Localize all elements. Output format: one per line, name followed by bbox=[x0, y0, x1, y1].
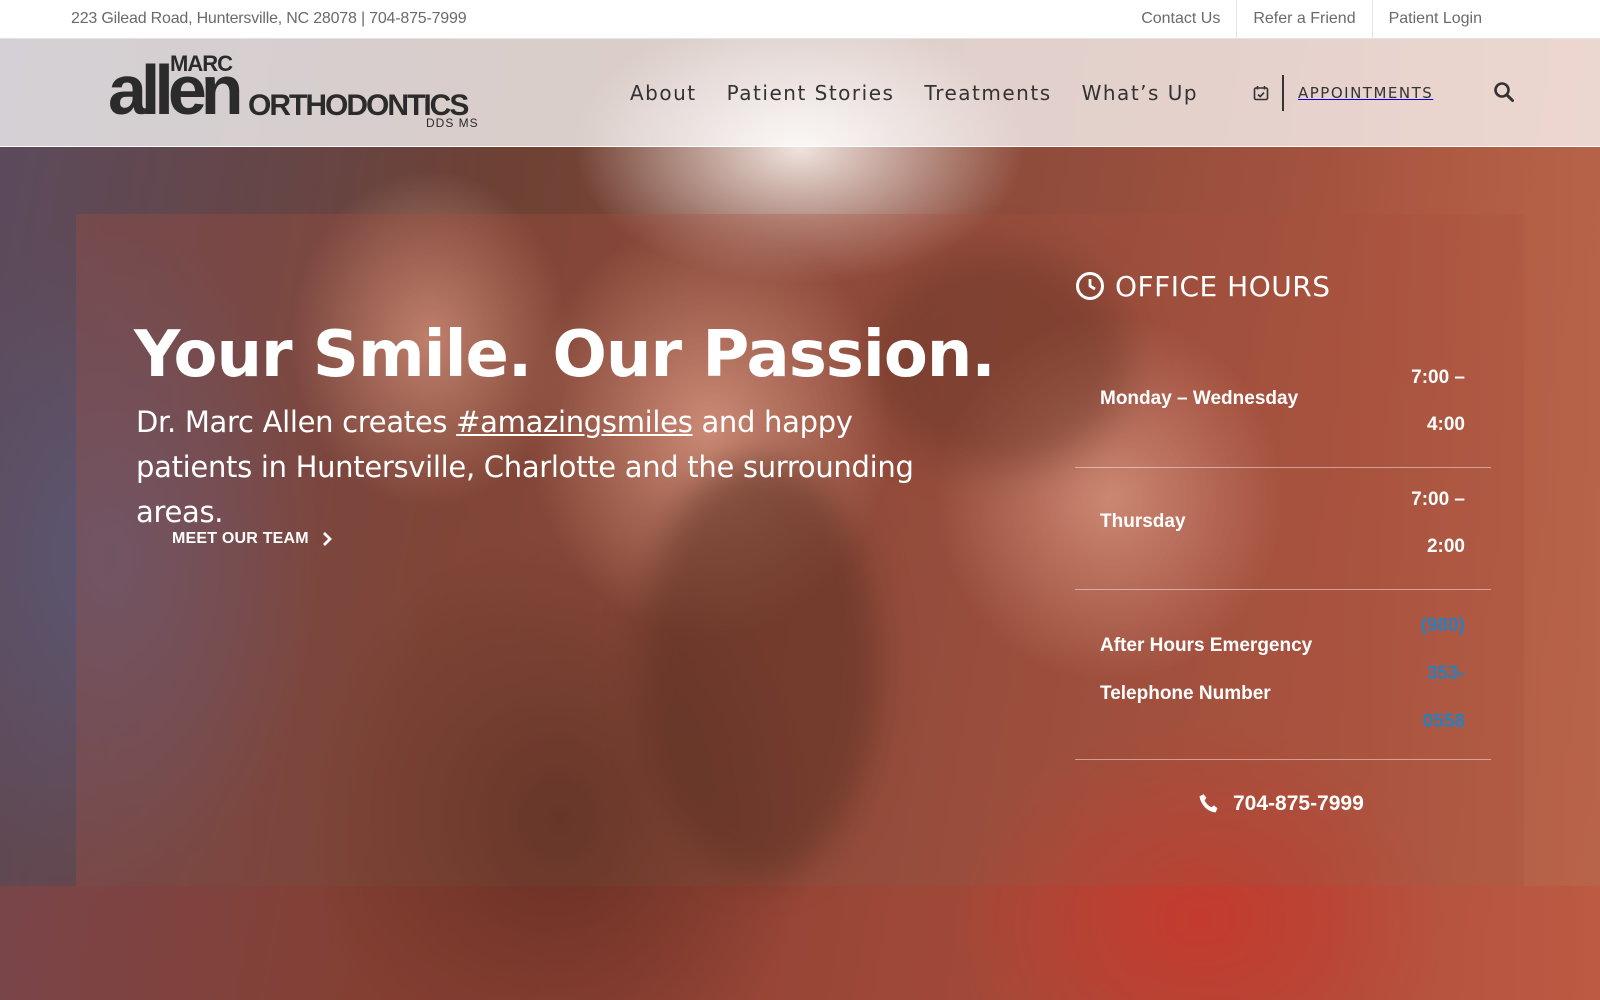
main-nav: About Patient Stories Treatments What’s … bbox=[630, 39, 1228, 147]
amazingsmiles-hashtag-link[interactable]: #amazingsmiles bbox=[456, 405, 693, 439]
nav-whats-up[interactable]: What’s Up bbox=[1082, 81, 1199, 105]
emergency-row: After Hours Emergency Telephone Number (… bbox=[1075, 590, 1491, 760]
hours-day: Monday – Wednesday bbox=[1100, 388, 1299, 409]
appointments-button[interactable]: APPOINTMENTS bbox=[1252, 75, 1433, 111]
contact-us-link[interactable]: Contact Us bbox=[1125, 0, 1236, 39]
nav-treatments[interactable]: Treatments bbox=[924, 81, 1051, 105]
office-hours-title: OFFICE HOURS bbox=[1075, 264, 1491, 308]
hours-time-start: 7:00 – bbox=[1411, 367, 1465, 388]
emergency-phone-link[interactable]: (980) 353- 0558 bbox=[1395, 602, 1465, 746]
utility-links: Contact Us Refer a Friend Patient Login bbox=[1125, 0, 1482, 39]
top-utility-bar: 223 Gilead Road, Huntersville, NC 28078 … bbox=[0, 0, 1600, 39]
office-phone-link[interactable]: 704-875-7999 bbox=[1197, 792, 1364, 816]
chevron-right-icon bbox=[321, 531, 333, 547]
hours-time-end: 4:00 bbox=[1426, 414, 1465, 435]
hours-time-end: 2:00 bbox=[1426, 536, 1465, 557]
hours-time: 7:00 – 2:00 bbox=[1395, 476, 1465, 570]
hours-row: Thursday 7:00 – 2:00 bbox=[1075, 468, 1491, 590]
address-text: 223 Gilead Road, Huntersville, NC 28078 … bbox=[71, 10, 467, 27]
logo-allen-text: allen bbox=[108, 51, 244, 129]
clock-icon bbox=[1075, 271, 1105, 301]
hours-time-start: 7:00 – bbox=[1411, 489, 1465, 510]
emergency-phone-part: 353- bbox=[1426, 663, 1465, 684]
phone-icon bbox=[1197, 792, 1221, 816]
hero-bottom-band bbox=[0, 886, 1600, 1000]
refer-a-friend-link[interactable]: Refer a Friend bbox=[1236, 0, 1371, 39]
emergency-label-line-2: Telephone Number bbox=[1100, 683, 1271, 704]
office-hours-heading: OFFICE HOURS bbox=[1115, 269, 1331, 303]
emergency-label-line-1: After Hours Emergency bbox=[1100, 635, 1313, 656]
office-hours-widget: OFFICE HOURS Monday – Wednesday 7:00 – 4… bbox=[1075, 264, 1491, 760]
site-logo[interactable]: MARC allen ORTHODONTICS DDS MS bbox=[108, 53, 488, 133]
nav-about[interactable]: About bbox=[630, 81, 697, 105]
meet-our-team-button[interactable]: MEET OUR TEAM bbox=[172, 530, 333, 548]
hours-day: Thursday bbox=[1100, 511, 1186, 532]
appointments-label: APPOINTMENTS bbox=[1298, 84, 1434, 102]
hours-row: Monday – Wednesday 7:00 – 4:00 bbox=[1075, 356, 1491, 468]
main-header: MARC allen ORTHODONTICS DDS MS About Pat… bbox=[0, 39, 1600, 147]
hero-sub-text: Dr. Marc Allen creates bbox=[136, 405, 457, 439]
office-phone-number: 704-875-7999 bbox=[1233, 792, 1364, 815]
logo-dds-text: DDS MS bbox=[426, 116, 479, 130]
hero-subheadline: Dr. Marc Allen creates #amazingsmiles an… bbox=[136, 400, 956, 535]
search-icon[interactable] bbox=[1493, 81, 1517, 105]
emergency-phone-part: (980) bbox=[1420, 615, 1465, 636]
hours-time: 7:00 – 4:00 bbox=[1395, 354, 1465, 448]
patient-login-link[interactable]: Patient Login bbox=[1371, 0, 1482, 39]
hero-headline: Your Smile. Our Passion. bbox=[134, 318, 996, 392]
emergency-phone-part: 0558 bbox=[1422, 711, 1465, 732]
appointments-divider bbox=[1282, 75, 1284, 111]
meet-our-team-label: MEET OUR TEAM bbox=[172, 530, 309, 547]
nav-patient-stories[interactable]: Patient Stories bbox=[727, 81, 895, 105]
calendar-icon bbox=[1252, 84, 1270, 102]
